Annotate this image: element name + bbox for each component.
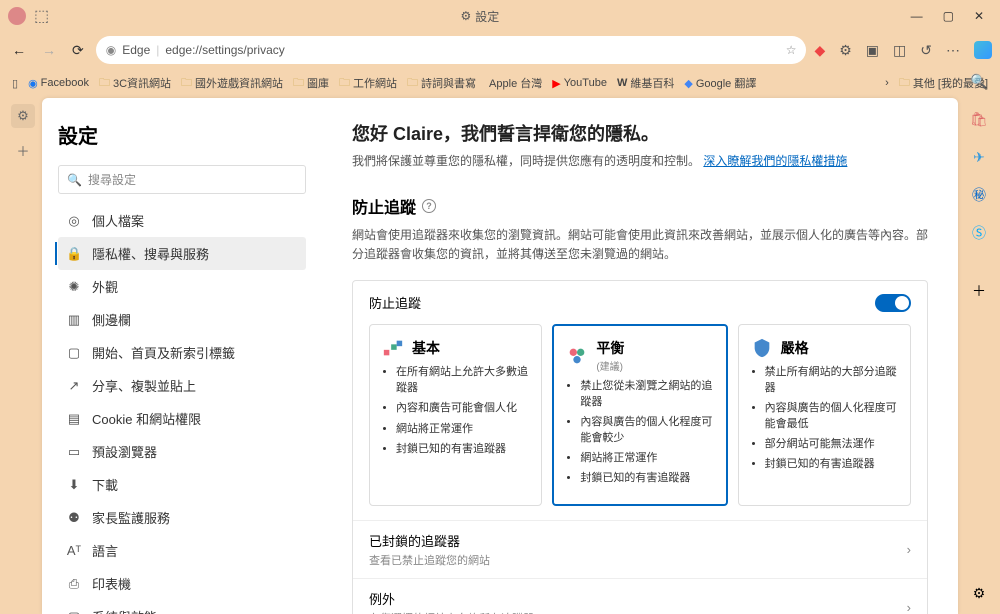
settings-page: 設定 🔍 搜尋設定 ◎個人檔案 🔒隱私權、搜尋與服務 ✺外觀 ▥側邊欄 ▢開始、…	[42, 98, 958, 614]
send-icon[interactable]: ✈	[970, 148, 988, 166]
bookmark-folder[interactable]: 🗀工作網站	[339, 74, 397, 93]
nav-default-browser[interactable]: ▭預設瀏覽器	[58, 435, 306, 468]
strict-icon	[751, 337, 773, 359]
basic-icon	[382, 337, 404, 359]
bookmark-item[interactable]: W維基百科	[617, 75, 674, 91]
profile-avatar[interactable]	[8, 7, 26, 25]
nav-share[interactable]: ↗分享、複製並貼上	[58, 369, 306, 402]
right-sidebar: 🔍 🛍 ✈ ㊙ Ⓢ ＋ ⚙	[964, 32, 994, 300]
tracking-section-heading: 防止追蹤 ?	[352, 194, 928, 218]
bookmark-item[interactable]: ◆Google 翻譯	[684, 75, 756, 91]
bookmark-folder[interactable]: 🗀詩詞與書寫	[407, 74, 476, 93]
translate-icon[interactable]: ㊙	[970, 186, 988, 204]
settings-main: 您好 Claire，我們誓言捍衛您的隱私。 我們將保護並尊重您的隱私權，同時提供…	[322, 98, 958, 614]
nav-language[interactable]: Aᵀ語言	[58, 534, 306, 567]
search-placeholder: 搜尋設定	[88, 171, 136, 188]
bookmark-item[interactable]: ▶YouTube	[552, 77, 607, 90]
tracking-option-basic[interactable]: 基本 在所有網站上允許大多數追蹤器 內容和廣告可能會個人化 網站將正常運作 封鎖…	[369, 324, 542, 505]
shopping-icon[interactable]: 🛍	[970, 110, 988, 128]
tracking-card: 防止追蹤 基本 在所有網站上允許大多數追蹤器 內容和廣告可能會個人化 網站將正常…	[352, 280, 928, 614]
tab-title: 設定	[475, 8, 499, 25]
greeting: 您好 Claire，我們誓言捍衛您的隱私。	[352, 120, 928, 146]
bookmarks-scroll-right[interactable]: ›	[885, 77, 889, 89]
menu-icon[interactable]: ⋯	[946, 42, 960, 59]
nav-downloads[interactable]: ⬇下載	[58, 468, 306, 501]
bookmark-item[interactable]: ◉Facebook	[28, 77, 89, 90]
new-tab-button[interactable]: ＋	[11, 138, 35, 162]
settings-heading: 設定	[58, 120, 306, 149]
bookmarks-bar: ▯ ◉Facebook 🗀3C資訊網站 🗀國外遊戲資訊網站 🗀圖庫 🗀工作網站 …	[0, 68, 1000, 98]
tracking-option-strict[interactable]: 嚴格 禁止所有網站的大部分追蹤器 內容與廣告的個人化程度可能會最低 部分網站可能…	[738, 324, 911, 505]
search-icon[interactable]: 🔍	[970, 72, 988, 90]
bookmark-item[interactable]: Apple 台灣	[486, 75, 542, 91]
nav-family[interactable]: ⚉家長監護服務	[58, 501, 306, 534]
titlebar: ⬚ ⚙ 設定 ― ▢ ✕	[0, 0, 1000, 32]
nav-appearance[interactable]: ✺外觀	[58, 270, 306, 303]
skype-icon[interactable]: Ⓢ	[970, 224, 988, 242]
privacy-learn-more-link[interactable]: 深入瞭解我們的隱私權措施	[703, 154, 847, 168]
nav-privacy[interactable]: 🔒隱私權、搜尋與服務	[58, 237, 306, 270]
bookmark-folder[interactable]: 🗀國外遊戲資訊網站	[181, 74, 283, 93]
rail-settings-icon[interactable]: ⚙	[970, 584, 988, 602]
brave-icon[interactable]: ◆	[814, 42, 825, 59]
bookmark-folder[interactable]: 🗀3C資訊網站	[99, 74, 171, 93]
search-input[interactable]: 🔍 搜尋設定	[58, 165, 306, 194]
collections-icon[interactable]: ◫	[893, 42, 906, 59]
nav-sidebar[interactable]: ▥側邊欄	[58, 303, 306, 336]
favorite-star-icon[interactable]: ☆	[786, 43, 797, 57]
url-brand: Edge	[122, 43, 150, 57]
tracking-toggle[interactable]	[875, 294, 911, 312]
vertical-tab-strip: ⚙ ＋	[6, 98, 40, 162]
help-icon[interactable]: ?	[422, 199, 436, 213]
refresh-button[interactable]: ⟳	[68, 38, 88, 63]
exceptions-row[interactable]: 例外 在您選擇的網站上允許所有追蹤器 ›	[353, 578, 927, 614]
history-icon[interactable]: ↺	[920, 42, 932, 59]
chevron-right-icon: ›	[907, 600, 911, 614]
url-text: edge://settings/privacy	[165, 43, 284, 57]
nav-start[interactable]: ▢開始、首頁及新索引標籤	[58, 336, 306, 369]
close-button[interactable]: ✕	[974, 9, 984, 23]
workspace-icon[interactable]: ⬚	[34, 6, 49, 26]
extensions-icon[interactable]: ⚙	[839, 42, 852, 59]
greeting-subtitle: 我們將保護並尊重您的隱私權，同時提供您應有的透明度和控制。 深入瞭解我們的隱私權…	[352, 152, 928, 170]
search-icon: 🔍	[67, 173, 82, 187]
bookmark-folder[interactable]: 🗀圖庫	[293, 74, 329, 93]
chevron-right-icon: ›	[907, 542, 911, 557]
edge-icon: ◉	[106, 43, 116, 57]
nav-printer[interactable]: ⎙印表機	[58, 567, 306, 600]
blocked-trackers-row[interactable]: 已封鎖的追蹤器 查看已禁止追蹤您的網站 ›	[353, 520, 927, 578]
tracking-description: 網站會使用追蹤器來收集您的瀏覽資訊。網站可能會使用此資訊來改善網站，並展示個人化…	[352, 226, 928, 264]
balanced-icon	[566, 345, 588, 367]
gear-icon: ⚙	[460, 9, 471, 23]
settings-sidebar: 設定 🔍 搜尋設定 ◎個人檔案 🔒隱私權、搜尋與服務 ✺外觀 ▥側邊欄 ▢開始、…	[42, 98, 322, 614]
toolbar: ← → ⟳ ◉ Edge | edge://settings/privacy ☆…	[0, 32, 1000, 68]
back-button[interactable]: ←	[8, 38, 30, 62]
forward-button[interactable]: →	[38, 38, 60, 62]
nav-cookies[interactable]: ▤Cookie 和網站權限	[58, 402, 306, 435]
maximize-button[interactable]: ▢	[943, 9, 954, 23]
nav-system[interactable]: ▢系統與效能	[58, 600, 306, 614]
cast-icon[interactable]: ▣	[866, 42, 879, 59]
add-rail-icon[interactable]: ＋	[970, 282, 988, 300]
nav-profile[interactable]: ◎個人檔案	[58, 204, 306, 237]
url-bar[interactable]: ◉ Edge | edge://settings/privacy ☆	[96, 36, 807, 64]
tracking-toggle-label: 防止追蹤	[369, 293, 421, 312]
reading-list-icon[interactable]: ▯	[12, 77, 18, 90]
settings-tab[interactable]: ⚙	[11, 104, 35, 128]
tracking-option-balanced[interactable]: 平衡(建議) 禁止您從未瀏覽之網站的追蹤器 內容與廣告的個人化程度可能會較少 網…	[552, 324, 727, 505]
minimize-button[interactable]: ―	[911, 9, 923, 23]
